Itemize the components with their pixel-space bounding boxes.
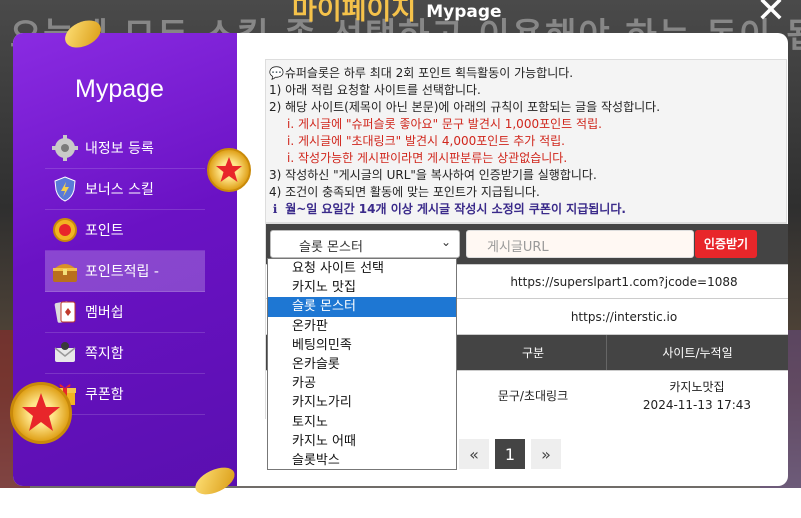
coin-decoration-star: [207, 148, 251, 192]
page-1-button[interactable]: 1: [495, 439, 525, 469]
row-site-name: 카지노맛집: [669, 379, 725, 394]
sidebar-item-label: 포인트적립 -: [85, 264, 159, 280]
sidebar-item-label: 보너스 스킬: [85, 182, 154, 198]
verify-button[interactable]: 인증받기: [695, 230, 757, 258]
modal-title-english: Mypage: [426, 2, 502, 22]
info-line: 2) 해당 사이트(제목이 아닌 본문)에 아래의 규칙이 포함되는 글을 작성…: [269, 100, 661, 114]
info-mark-icon: i.: [287, 117, 295, 131]
dropdown-option[interactable]: 카공: [268, 374, 456, 393]
speech-bubble-icon: 💬: [269, 66, 284, 80]
row-type: 문구/초대링크: [497, 389, 569, 403]
dropdown-option[interactable]: 토지노: [268, 413, 456, 432]
dropdown-option[interactable]: 온카슬롯: [268, 355, 456, 374]
info-highlight: ℹ 월~일 요일간 14개 이상 게시글 작성시 소정의 쿠폰이 지급됩니다.: [269, 201, 783, 218]
prev-page-button[interactable]: «: [459, 439, 489, 469]
dropdown-option[interactable]: 카지노 맛집: [268, 278, 456, 297]
row-date: 2024-11-13 17:43: [642, 397, 752, 412]
dropdown-option[interactable]: 카지노가리: [268, 393, 456, 412]
star-icon: [216, 157, 242, 182]
dropdown-option[interactable]: 슬롯박스: [268, 451, 456, 470]
dropdown-option-selected[interactable]: 슬롯 몬스터: [268, 297, 456, 317]
info-line: 1) 아래 적립 요청할 사이트를 선택합니다.: [269, 83, 481, 97]
sidebar-item-point-earn[interactable]: 포인트적립 -: [45, 251, 205, 292]
info-line: 💬 슈퍼슬롯은 하루 최대 2회 포인트 획득활동이 가능합니다.: [269, 66, 574, 80]
sidebar-item-membership[interactable]: 멤버쉽: [45, 292, 205, 333]
sidebar-item-bonus-skill[interactable]: 보너스 스킬: [45, 169, 205, 210]
sidebar-menu: 내정보 등록 보너스 스킬 포인트 포인트적립 - 멤버쉽 쪽지함 쿠폰함: [45, 128, 205, 415]
shield-icon: [51, 175, 79, 203]
site-select-dropdown: 요청 사이트 선택 카지노 맛집 슬롯 몬스터 온카판 베팅의민족 온카슬롯 카…: [267, 258, 457, 470]
modal-title-korean: 마이페이지: [292, 0, 417, 26]
dropdown-option[interactable]: 요청 사이트 선택: [268, 259, 456, 278]
row-site: 카지노맛집 2024-11-13 17:43: [606, 371, 788, 420]
info-rule: i. 작성가능한 게시판이라면 게시판분류는 상관없습니다.: [287, 151, 568, 165]
sidebar-item-label: 쪽지함: [85, 346, 124, 362]
modal-title: 마이페이지 Mypage: [292, 0, 502, 24]
info-line: 4) 조건이 충족되면 활동에 맞는 포인트가 지급됩니다.: [269, 185, 540, 199]
sidebar-title: Mypage: [75, 75, 164, 103]
treasure-chest-icon: [51, 257, 79, 285]
site-url[interactable]: https://interstic.io: [460, 299, 788, 334]
pagination: « 1 »: [459, 439, 561, 469]
header-site: 사이트/누적일: [606, 335, 788, 370]
cards-icon: [51, 298, 79, 326]
site-select[interactable]: 슬롯 몬스터 ⌄: [270, 230, 460, 258]
dropdown-option[interactable]: 베팅의민족: [268, 336, 456, 355]
star-icon: [22, 393, 60, 431]
close-button[interactable]: ✕: [754, 0, 788, 29]
info-rule: i. 게시글에 "슈퍼슬롯 좋아요" 문구 발견시 1,000포인트 적립.: [287, 117, 602, 131]
coin-icon: [51, 216, 79, 244]
info-line: 3) 작성하신 "게시글의 URL"을 복사하여 인증받기를 실행합니다.: [269, 168, 597, 182]
info-rule: i. 게시글에 "초대링크" 발견시 4,000포인트 추가 적립.: [287, 134, 565, 148]
gear-icon: [51, 134, 79, 162]
sidebar-item-messages[interactable]: 쪽지함: [45, 333, 205, 374]
chevron-down-icon: ⌄: [440, 235, 451, 249]
dropdown-option[interactable]: 온카판: [268, 317, 456, 336]
sidebar-item-point[interactable]: 포인트: [45, 210, 205, 251]
dropdown-option[interactable]: 카지노 어때: [268, 432, 456, 451]
info-box: 💬 슈퍼슬롯은 하루 최대 2회 포인트 획득활동이 가능합니다. 1) 아래 …: [265, 59, 787, 223]
header-type: 구분: [521, 346, 545, 360]
info-mark-icon: i.: [287, 134, 295, 148]
sidebar-item-label: 멤버쉽: [85, 305, 124, 321]
info-mark-icon: i.: [287, 151, 295, 165]
invite-url[interactable]: https://superslpart1.com?jcode=1088: [460, 265, 788, 298]
coin-decoration-large: [10, 382, 72, 444]
next-page-button[interactable]: »: [531, 439, 561, 469]
sidebar-item-label: 포인트: [85, 223, 124, 239]
sidebar-item-label: 내정보 등록: [85, 141, 154, 157]
post-url-input[interactable]: 게시글URL: [466, 230, 694, 258]
mail-icon: [51, 339, 79, 367]
site-select-value: 슬롯 몬스터: [299, 240, 363, 255]
sidebar-item-label: 쿠폰함: [85, 387, 124, 403]
background-footer: [0, 488, 801, 518]
sidebar-item-profile[interactable]: 내정보 등록: [45, 128, 205, 169]
info-circle-icon: ℹ: [272, 202, 278, 216]
